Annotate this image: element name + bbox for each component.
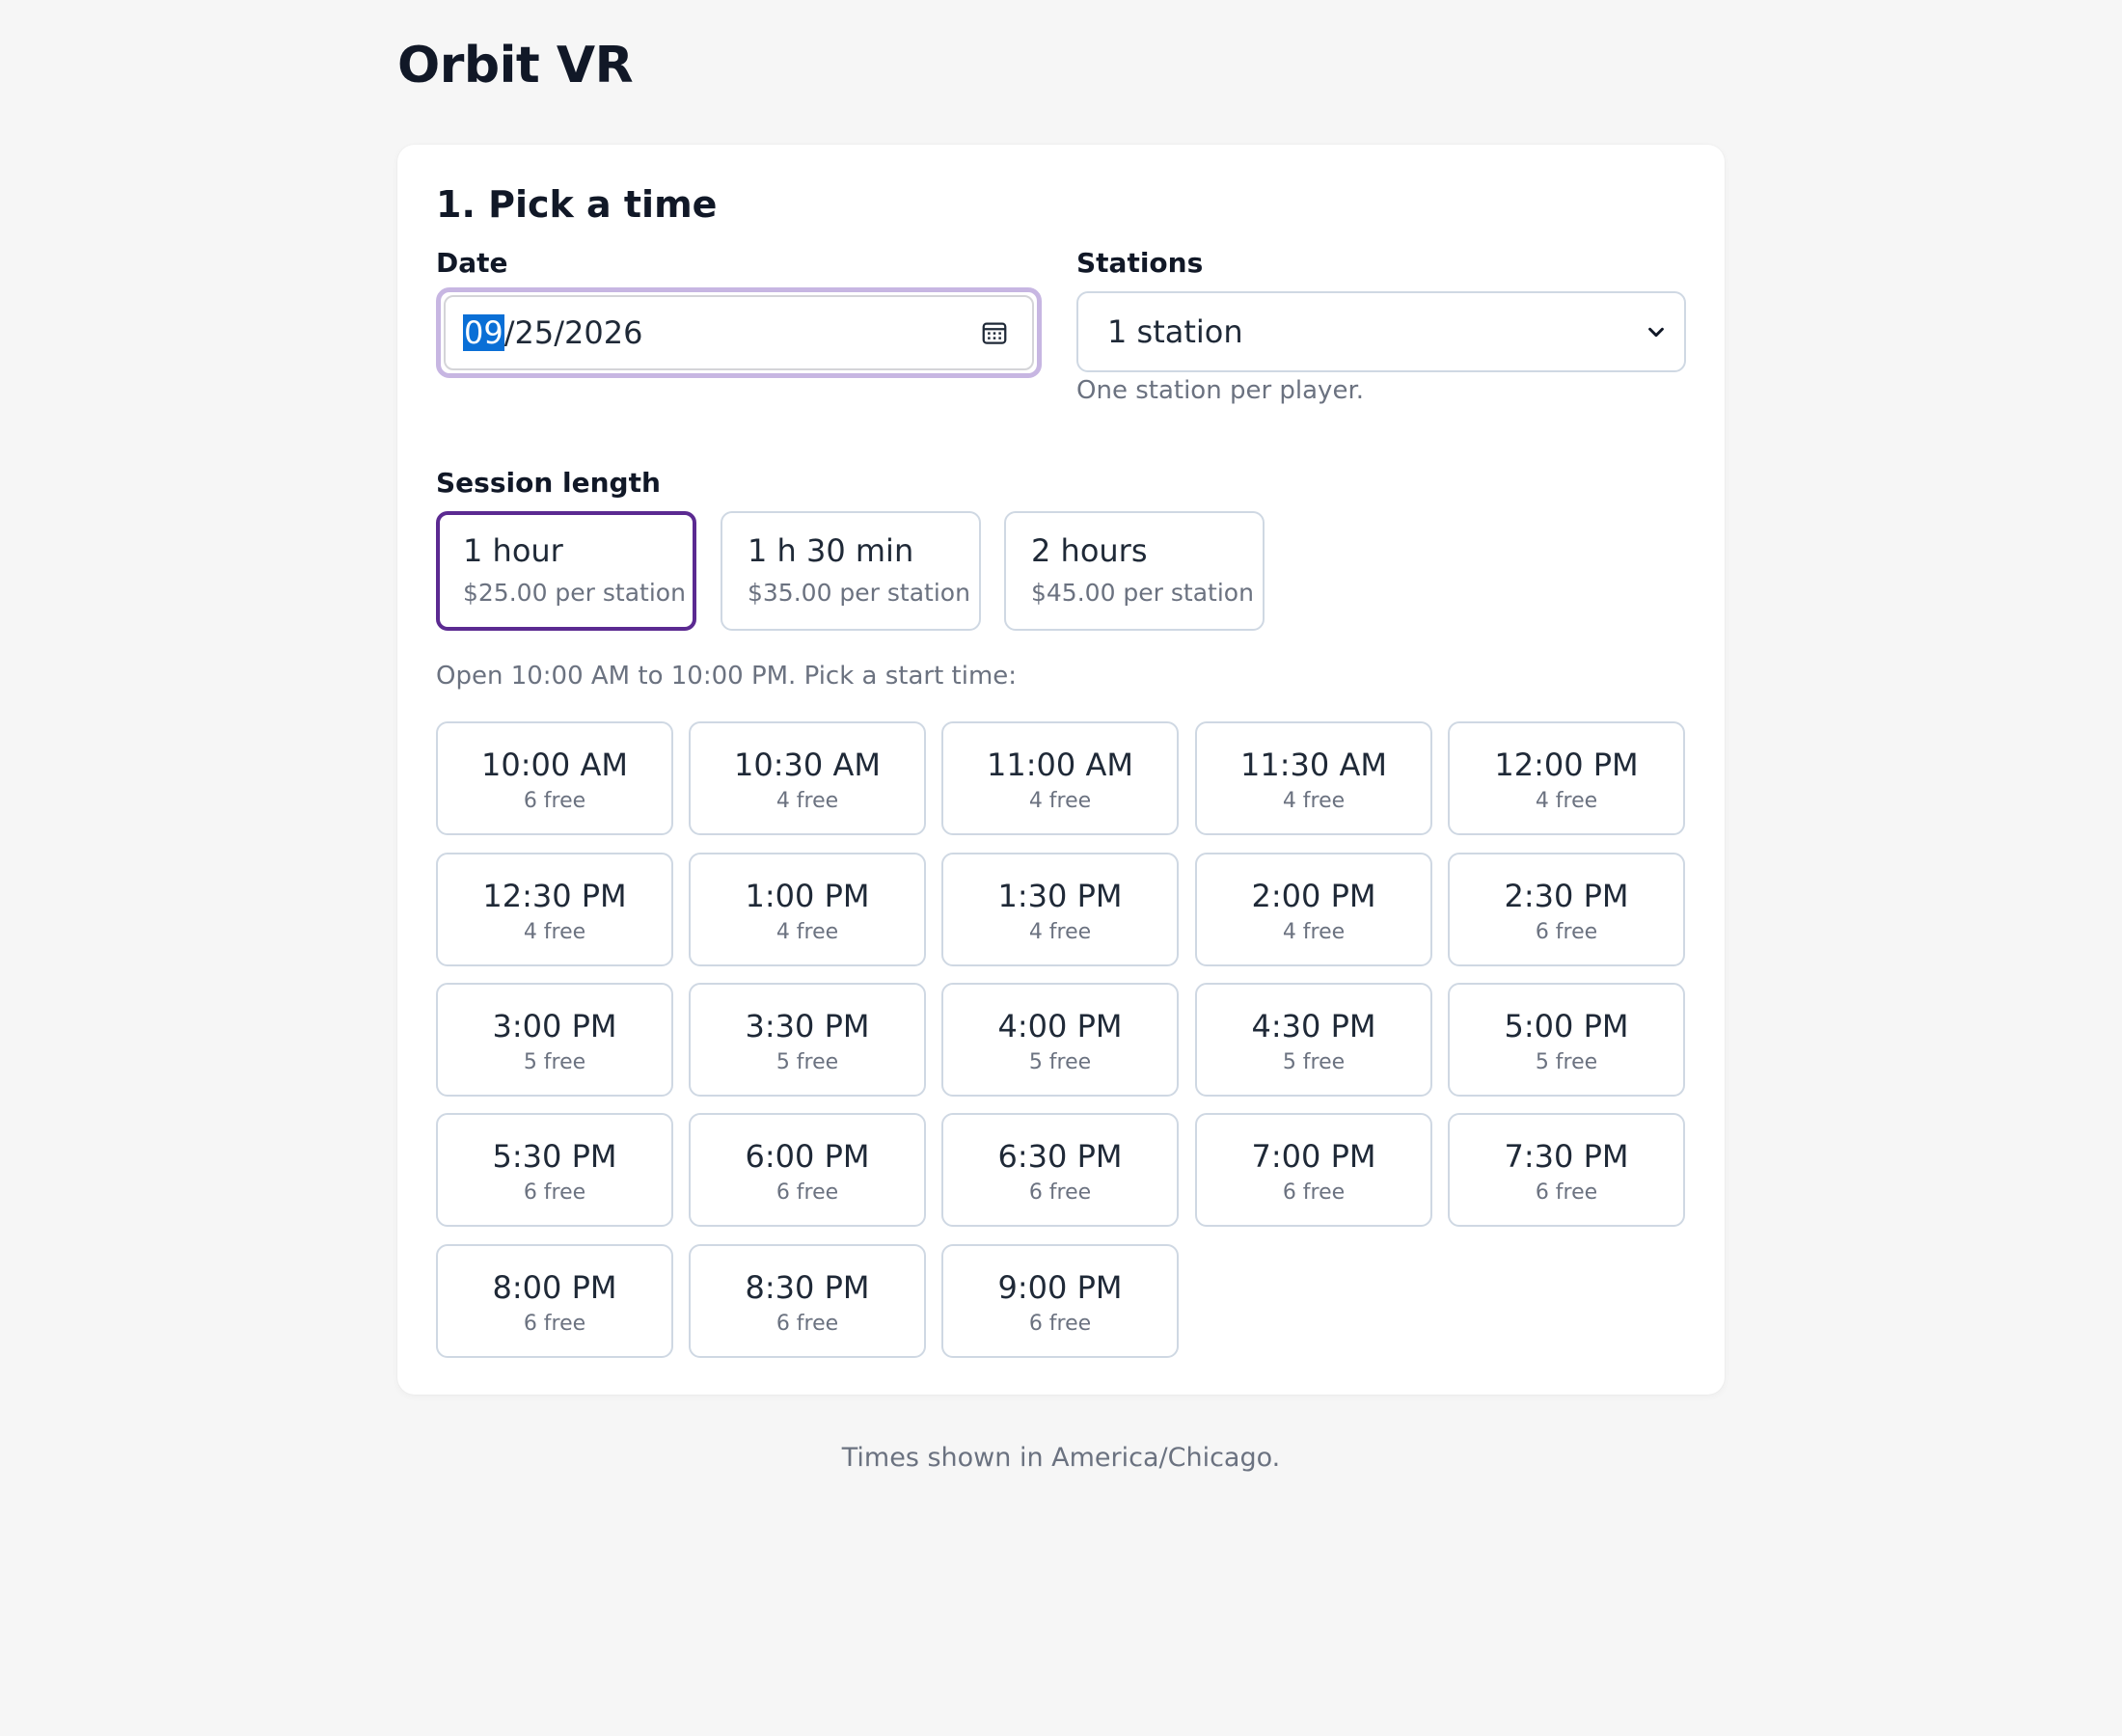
booking-card: 1. Pick a time Date 09 /25/2026 Stations bbox=[397, 145, 1725, 1395]
time-slot-time: 11:30 AM bbox=[1240, 746, 1387, 783]
time-slot-availability: 4 free bbox=[1282, 789, 1346, 813]
time-slot-button[interactable]: 10:00 AM 6 free bbox=[436, 721, 673, 835]
time-slot-availability: 4 free bbox=[775, 920, 839, 944]
time-slot-time: 7:30 PM bbox=[1504, 1138, 1629, 1175]
time-slot-button[interactable]: 3:30 PM 5 free bbox=[689, 983, 926, 1097]
time-slot-time: 8:00 PM bbox=[492, 1269, 617, 1306]
time-slot-availability: 6 free bbox=[1282, 1180, 1346, 1205]
time-slot-time: 7:00 PM bbox=[1251, 1138, 1376, 1175]
session-option-price: $35.00 per station bbox=[748, 579, 970, 607]
session-option-price: $25.00 per station bbox=[463, 579, 686, 607]
session-option-3[interactable]: 2 hours $45.00 per station bbox=[1004, 511, 1265, 631]
time-slot-availability: 4 free bbox=[1282, 920, 1346, 944]
time-slot-button[interactable]: 1:30 PM 4 free bbox=[941, 853, 1179, 966]
time-slot-button[interactable]: 2:00 PM 4 free bbox=[1195, 853, 1432, 966]
time-slot-button[interactable]: 8:30 PM 6 free bbox=[689, 1244, 926, 1358]
time-slot-availability: 6 free bbox=[1535, 920, 1598, 944]
session-option-label: 1 hour bbox=[463, 532, 563, 569]
calendar-icon[interactable] bbox=[980, 318, 1009, 347]
time-slot-availability: 6 free bbox=[1028, 1180, 1092, 1205]
time-slot-button[interactable]: 3:00 PM 5 free bbox=[436, 983, 673, 1097]
time-slot-button[interactable]: 7:00 PM 6 free bbox=[1195, 1113, 1432, 1227]
session-option-label: 1 h 30 min bbox=[748, 532, 914, 569]
time-slot-time: 9:00 PM bbox=[997, 1269, 1123, 1306]
time-slot-time: 4:00 PM bbox=[997, 1008, 1123, 1044]
time-slot-availability: 6 free bbox=[775, 1312, 839, 1336]
time-slot-availability: 5 free bbox=[523, 1050, 586, 1074]
time-slot-availability: 6 free bbox=[523, 1180, 586, 1205]
time-slot-button[interactable]: 2:30 PM 6 free bbox=[1448, 853, 1685, 966]
time-slot-button[interactable]: 11:30 AM 4 free bbox=[1195, 721, 1432, 835]
time-slot-time: 3:00 PM bbox=[492, 1008, 617, 1044]
stations-selected-value: 1 station bbox=[1107, 313, 1243, 350]
time-slot-button[interactable]: 5:30 PM 6 free bbox=[436, 1113, 673, 1227]
time-slot-button[interactable]: 4:00 PM 5 free bbox=[941, 983, 1179, 1097]
time-slot-time: 1:00 PM bbox=[745, 878, 870, 914]
time-slot-button[interactable]: 12:30 PM 4 free bbox=[436, 853, 673, 966]
time-slot-button[interactable]: 6:00 PM 6 free bbox=[689, 1113, 926, 1227]
time-slot-time: 2:30 PM bbox=[1504, 878, 1629, 914]
time-slot-time: 12:00 PM bbox=[1494, 746, 1639, 783]
stations-label: Stations bbox=[1076, 247, 1204, 279]
time-slot-button[interactable]: 11:00 AM 4 free bbox=[941, 721, 1179, 835]
time-slot-time: 6:30 PM bbox=[997, 1138, 1123, 1175]
timezone-note: Times shown in America/Chicago. bbox=[841, 1443, 1281, 1473]
time-slot-button[interactable]: 8:00 PM 6 free bbox=[436, 1244, 673, 1358]
time-slot-time: 1:30 PM bbox=[997, 878, 1123, 914]
time-slot-time: 5:00 PM bbox=[1504, 1008, 1629, 1044]
date-input[interactable]: 09 /25/2026 bbox=[436, 287, 1042, 378]
time-slot-button[interactable]: 10:30 AM 4 free bbox=[689, 721, 926, 835]
time-slot-availability: 5 free bbox=[1282, 1050, 1346, 1074]
session-option-price: $45.00 per station bbox=[1031, 579, 1254, 607]
time-slot-time: 10:00 AM bbox=[481, 746, 628, 783]
time-slot-button[interactable]: 1:00 PM 4 free bbox=[689, 853, 926, 966]
time-slot-button[interactable]: 12:00 PM 4 free bbox=[1448, 721, 1685, 835]
time-slot-time: 11:00 AM bbox=[987, 746, 1133, 783]
stations-select[interactable]: 1 station bbox=[1076, 291, 1686, 372]
date-rest-segment[interactable]: /25/2026 bbox=[504, 314, 643, 351]
time-slot-availability: 6 free bbox=[1028, 1312, 1092, 1336]
time-slot-time: 10:30 AM bbox=[734, 746, 881, 783]
time-slot-availability: 6 free bbox=[523, 789, 586, 813]
date-month-segment[interactable]: 09 bbox=[463, 314, 504, 351]
date-label: Date bbox=[436, 247, 508, 279]
section-title: 1. Pick a time bbox=[436, 183, 718, 226]
session-option-label: 2 hours bbox=[1031, 532, 1148, 569]
time-slot-button[interactable]: 4:30 PM 5 free bbox=[1195, 983, 1432, 1097]
time-slot-availability: 5 free bbox=[1535, 1050, 1598, 1074]
time-slot-availability: 5 free bbox=[1028, 1050, 1092, 1074]
time-slot-availability: 4 free bbox=[523, 920, 586, 944]
time-slot-availability: 6 free bbox=[775, 1180, 839, 1205]
time-slot-availability: 6 free bbox=[1535, 1180, 1598, 1205]
time-slot-time: 3:30 PM bbox=[745, 1008, 870, 1044]
time-slot-availability: 4 free bbox=[1535, 789, 1598, 813]
session-length-label: Session length bbox=[436, 467, 661, 499]
session-option-1[interactable]: 1 hour $25.00 per station bbox=[436, 511, 696, 631]
time-slot-time: 4:30 PM bbox=[1251, 1008, 1376, 1044]
app-title: Orbit VR bbox=[397, 37, 634, 95]
time-slot-availability: 4 free bbox=[1028, 920, 1092, 944]
time-slot-availability: 4 free bbox=[775, 789, 839, 813]
time-slot-time: 8:30 PM bbox=[745, 1269, 870, 1306]
time-slot-button[interactable]: 5:00 PM 5 free bbox=[1448, 983, 1685, 1097]
open-hours-text: Open 10:00 AM to 10:00 PM. Pick a start … bbox=[436, 662, 1018, 691]
time-slot-button[interactable]: 6:30 PM 6 free bbox=[941, 1113, 1179, 1227]
date-input-field[interactable]: 09 /25/2026 bbox=[444, 295, 1034, 370]
booking-page: Orbit VR 1. Pick a time Date 09 /25/2026 bbox=[0, 0, 2122, 1736]
time-slot-availability: 4 free bbox=[1028, 789, 1092, 813]
time-slot-availability: 6 free bbox=[523, 1312, 586, 1336]
session-option-2[interactable]: 1 h 30 min $35.00 per station bbox=[721, 511, 981, 631]
chevron-down-icon bbox=[1648, 327, 1664, 338]
time-slot-time: 5:30 PM bbox=[492, 1138, 617, 1175]
time-slot-button[interactable]: 9:00 PM 6 free bbox=[941, 1244, 1179, 1358]
time-slot-time: 2:00 PM bbox=[1251, 878, 1376, 914]
stations-hint: One station per player. bbox=[1076, 376, 1365, 405]
time-slot-time: 12:30 PM bbox=[482, 878, 627, 914]
time-slot-time: 6:00 PM bbox=[745, 1138, 870, 1175]
time-slot-button[interactable]: 7:30 PM 6 free bbox=[1448, 1113, 1685, 1227]
time-slot-availability: 5 free bbox=[775, 1050, 839, 1074]
